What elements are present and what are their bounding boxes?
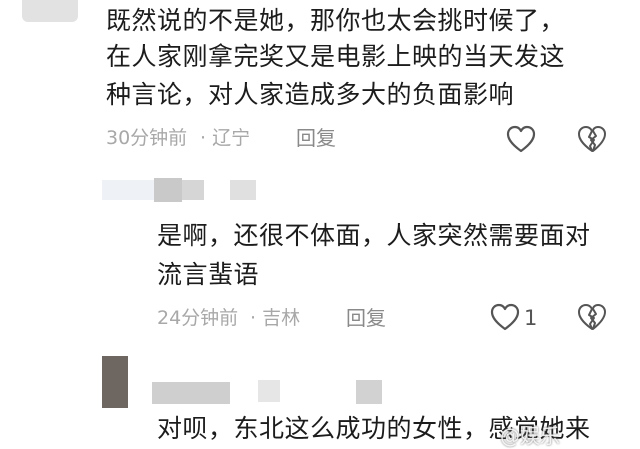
username-blur [182, 180, 204, 200]
username-blur [230, 180, 256, 200]
reply-button[interactable]: 回复 [346, 306, 386, 330]
username-blur [258, 380, 280, 402]
comment-text-line: 在人家刚拿完奖又是电影上映的当天发这 [106, 42, 566, 71]
broken-heart-icon[interactable] [576, 124, 608, 154]
heart-outline-icon[interactable] [505, 124, 537, 154]
heart-outline-icon[interactable] [489, 302, 521, 332]
comment-text-line: 既然说的不是她，那你也太会挑时候了， [106, 6, 566, 35]
comment-timestamp: 30分钟前 [106, 127, 188, 149]
username-blur [102, 180, 154, 200]
comment-text-line: 是啊，还很不体面，人家突然需要面对 [157, 221, 591, 250]
username-blur [356, 380, 382, 404]
comment-location: · 辽宁 [200, 127, 251, 149]
watermark: @娱乐 [500, 424, 560, 448]
comment-timestamp: 24分钟前 [157, 307, 239, 329]
like-count: 1 [524, 306, 538, 330]
username-blur [154, 178, 182, 202]
comment-text-line: 流言蜚语 [157, 260, 260, 289]
comment-location: · 吉林 [250, 307, 301, 329]
username-blur [152, 382, 230, 404]
broken-heart-icon[interactable] [576, 302, 608, 332]
comment-text-line: 种言论，对人家造成多大的负面影响 [106, 80, 515, 109]
avatar[interactable] [102, 356, 128, 408]
reply-button[interactable]: 回复 [296, 126, 336, 150]
avatar[interactable] [22, 0, 78, 22]
